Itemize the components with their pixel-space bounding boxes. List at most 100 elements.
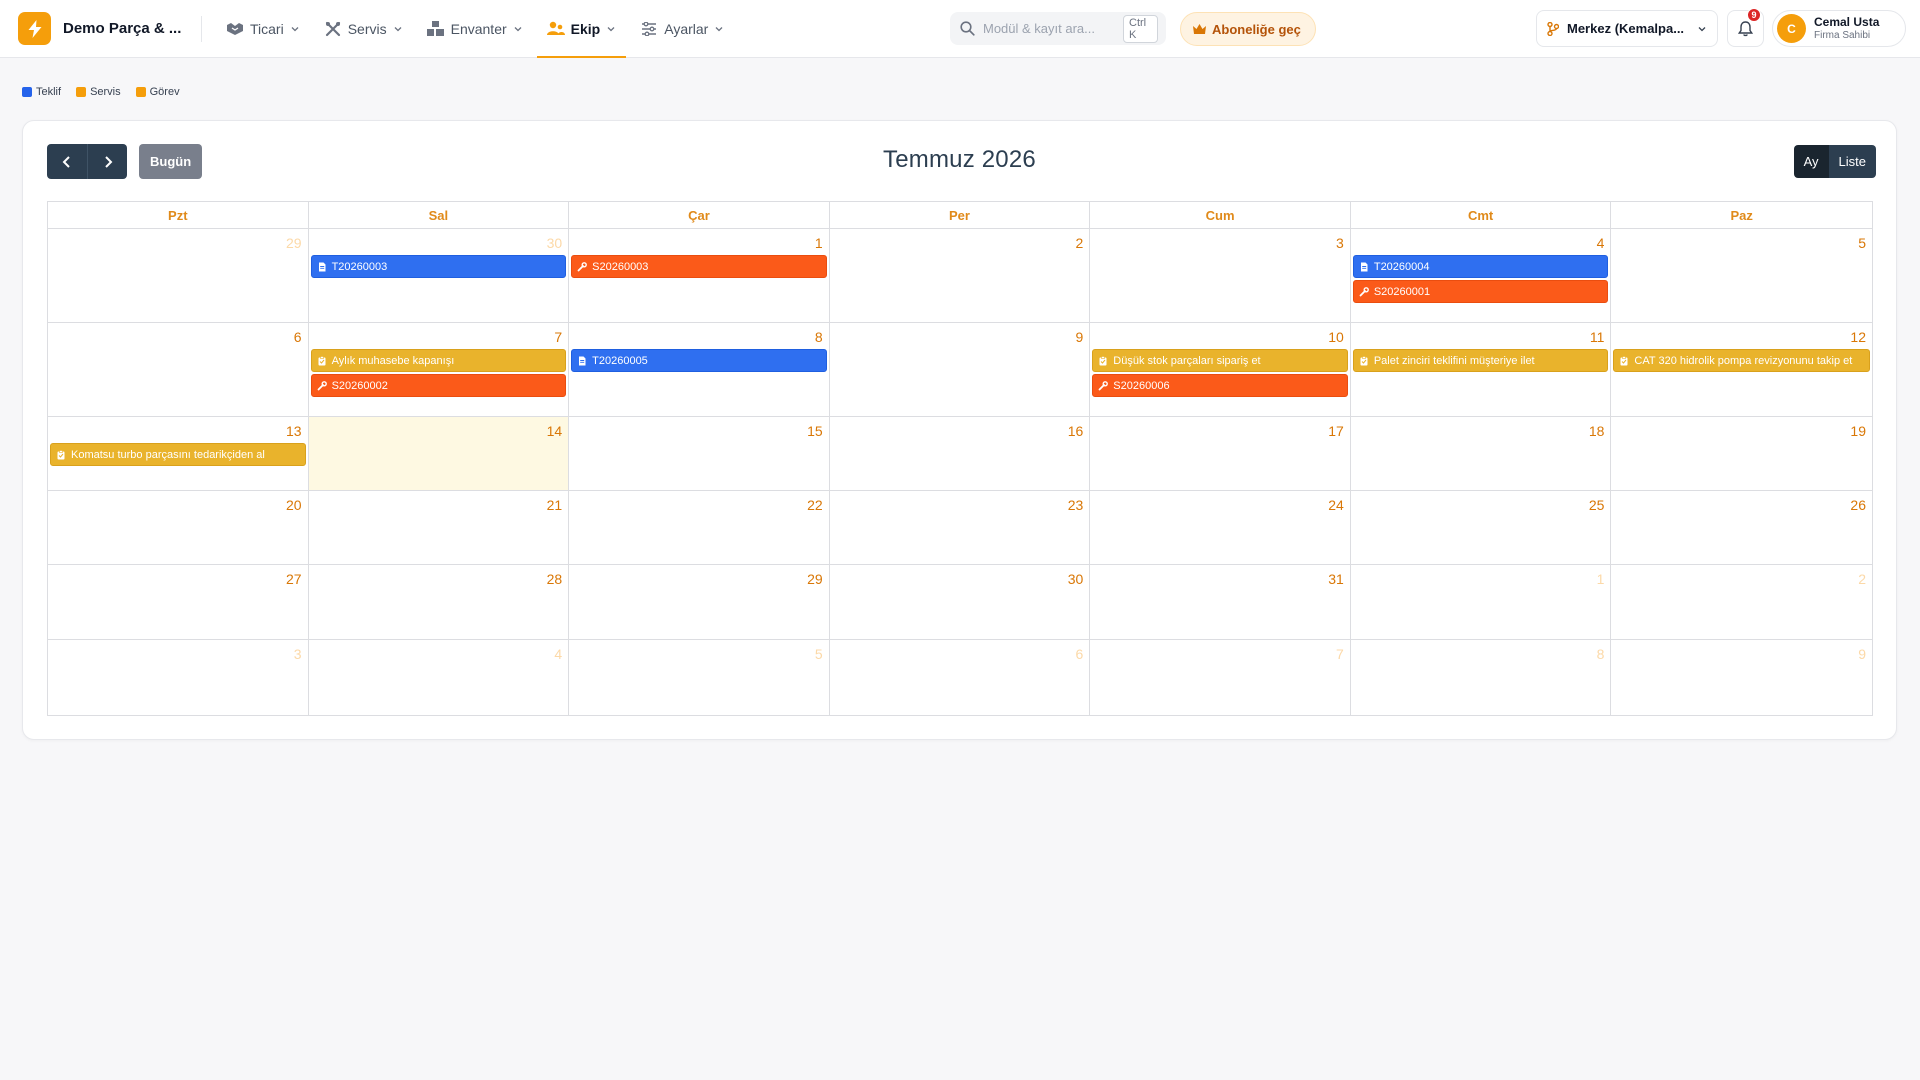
calendar-day-cell[interactable]: 23: [830, 491, 1091, 564]
calendar-week-row: 20 21 22 23 24 25 26: [48, 491, 1872, 565]
document-icon: [1359, 262, 1369, 272]
search-icon: [960, 21, 975, 36]
calendar-day-cell[interactable]: 18: [1351, 417, 1612, 490]
calendar-day-cell[interactable]: 6: [830, 640, 1091, 715]
calendar-event-servis[interactable]: S20260003: [571, 255, 827, 278]
calendar-day-cell[interactable]: 8 T20260005: [569, 323, 830, 416]
calendar-day-cell[interactable]: 22: [569, 491, 830, 564]
notifications-button[interactable]: 9: [1727, 8, 1764, 47]
calendar-day-cell[interactable]: 3: [1090, 229, 1351, 322]
brand[interactable]: Demo Parça & ...: [18, 12, 191, 45]
calendar-day-cell[interactable]: 20: [48, 491, 309, 564]
calendar-day-cell[interactable]: 3: [48, 640, 309, 715]
document-icon: [577, 356, 587, 366]
event-label: Düşük stok parçaları sipariş et: [1113, 354, 1261, 367]
calendar-day-cell[interactable]: 5: [569, 640, 830, 715]
calendar-day-cell[interactable]: 15: [569, 417, 830, 490]
nav-item-ticari[interactable]: Ticari: [216, 0, 310, 58]
sliders-icon: [640, 20, 658, 38]
calendar-event-gorev[interactable]: CAT 320 hidrolik pompa revizyonunu takip…: [1613, 349, 1870, 372]
weekday-header-cell: Paz: [1730, 207, 1753, 223]
event-label: S20260003: [592, 260, 649, 273]
calendar-day-cell[interactable]: 7: [1090, 640, 1351, 715]
calendar-day-cell[interactable]: 1: [1351, 565, 1612, 639]
nav-item-ayarlar[interactable]: Ayarlar: [630, 0, 734, 58]
handshake-icon: [226, 20, 244, 38]
day-number: 10: [1328, 329, 1344, 345]
calendar-day-cell[interactable]: 10 Düşük stok parçaları sipariş et S202600…: [1090, 323, 1351, 416]
calendar-day-cell[interactable]: 25: [1351, 491, 1612, 564]
nav-item-envanter[interactable]: Envanter: [417, 0, 533, 58]
calendar-day-cell[interactable]: 31: [1090, 565, 1351, 639]
calendar-day-cell[interactable]: 26: [1611, 491, 1872, 564]
calendar-day-cell[interactable]: 21: [309, 491, 570, 564]
calendar-event-teklif[interactable]: T20260005: [571, 349, 827, 372]
calendar-day-cell[interactable]: 27: [48, 565, 309, 639]
calendar-card: Bugün Temmuz 2026 Ay Liste Pzt Sal Çar Per C…: [22, 120, 1897, 740]
day-number: 18: [1588, 423, 1605, 439]
chevron-down-icon: [290, 24, 300, 34]
calendar-day-cell[interactable]: 24: [1090, 491, 1351, 564]
calendar-week-row: 6 7 Aylık muhasebe kapanışı S20260002 8 T2026…: [48, 323, 1872, 417]
calendar-event-servis[interactable]: S20260006: [1092, 374, 1348, 397]
calendar-day-cell[interactable]: 12 CAT 320 hidrolik pompa revizyonunu tak…: [1611, 323, 1872, 416]
calendar-event-servis[interactable]: S20260001: [1352, 280, 1609, 303]
calendar-day-cell[interactable]: 5: [1611, 229, 1872, 322]
calendar-day-cell[interactable]: 1 S20260003: [569, 229, 830, 322]
calendar-day-cell[interactable]: 13 Komatsu turbo parçasını tedarikçiden a…: [48, 417, 309, 490]
calendar-day-cell[interactable]: 4: [309, 640, 570, 715]
calendar-event-teklif[interactable]: T20260003: [310, 255, 567, 278]
day-number: 7: [1336, 646, 1344, 662]
calendar-day-cell[interactable]: 29: [569, 565, 830, 639]
day-number: 17: [1328, 423, 1344, 439]
day-number: 20: [285, 497, 302, 513]
calendar-event-teklif[interactable]: T20260004: [1352, 255, 1609, 278]
day-number: 12: [1850, 329, 1866, 345]
calendar-day-cell[interactable]: 11 Palet zinciri teklifini müşteriye ilet: [1351, 323, 1612, 416]
upgrade-label: Aboneliğe geç: [1212, 21, 1301, 37]
calendar-day-cell[interactable]: 19: [1611, 417, 1872, 490]
calendar-toolbar: Bugün Temmuz 2026 Ay Liste: [23, 121, 1896, 201]
branch-selector[interactable]: Merkez (Kemalpa...: [1536, 10, 1718, 47]
calendar-event-gorev[interactable]: Düşük stok parçaları sipariş et: [1092, 349, 1348, 372]
legend-swatch: [135, 87, 146, 97]
legend-label: Servis: [90, 86, 121, 98]
calendar-grid: Pzt Sal Çar Per Cum Cmt Paz 29 30 T20260003 1 S202…: [47, 201, 1873, 716]
calendar-day-cell[interactable]: 28: [309, 565, 570, 639]
nav-item-servis[interactable]: Servis: [314, 0, 413, 58]
nav-item-ekip[interactable]: Ekip: [536, 0, 627, 58]
nav-label: Ekip: [570, 20, 601, 37]
upgrade-button[interactable]: Aboneliğe geç: [1180, 12, 1316, 46]
event-label: S20260002: [331, 379, 388, 392]
legend-item-gorev: Görev: [135, 86, 180, 98]
calendar-event-gorev[interactable]: Komatsu turbo parçasını tedarikçiden al: [50, 443, 306, 466]
legend-label: Görev: [149, 86, 180, 98]
calendar-day-cell[interactable]: 17: [1090, 417, 1351, 490]
calendar-day-cell[interactable]: 9: [830, 323, 1091, 416]
legend-label: Teklif: [36, 86, 62, 98]
view-list-button[interactable]: Liste: [1828, 145, 1876, 178]
calendar-day-cell[interactable]: 29: [48, 229, 309, 322]
calendar-day-cell[interactable]: 2: [830, 229, 1091, 322]
calendar-day-cell-today[interactable]: 14: [308, 417, 570, 490]
calendar-day-cell[interactable]: 30 T20260003: [309, 229, 570, 322]
calendar-day-cell[interactable]: 30: [830, 565, 1091, 639]
calendar-event-servis[interactable]: S20260002: [310, 374, 567, 397]
view-month-button[interactable]: Ay: [1793, 145, 1829, 178]
calendar-day-cell[interactable]: 4 T20260004 S20260001: [1351, 229, 1612, 322]
global-search[interactable]: Ctrl K: [950, 12, 1166, 45]
calendar-day-cell[interactable]: 6: [48, 323, 309, 416]
calendar-day-cell[interactable]: 2: [1611, 565, 1872, 639]
main-nav: Ticari Servis Envanter Ekip Ayarlar: [216, 0, 738, 58]
nav-divider: [201, 15, 202, 42]
clipboard-icon: [56, 449, 66, 460]
search-input[interactable]: [983, 21, 1123, 36]
day-number: 13: [285, 423, 302, 439]
calendar-day-cell[interactable]: 16: [830, 417, 1091, 490]
calendar-day-cell[interactable]: 9: [1611, 640, 1872, 715]
calendar-event-gorev[interactable]: Palet zinciri teklifini müşteriye ilet: [1352, 349, 1609, 372]
calendar-event-gorev[interactable]: Aylık muhasebe kapanışı: [310, 349, 567, 372]
user-menu[interactable]: C Cemal Usta Firma Sahibi: [1772, 10, 1906, 47]
calendar-day-cell[interactable]: 7 Aylık muhasebe kapanışı S20260002: [309, 323, 570, 416]
calendar-day-cell[interactable]: 8: [1351, 640, 1612, 715]
